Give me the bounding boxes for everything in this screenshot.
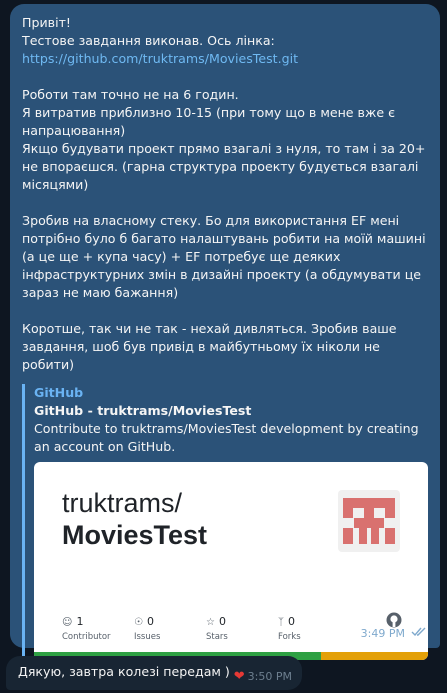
incoming-message-bubble[interactable]: Дякую, завтра колезі передам ) ❤ 3:50 PM: [6, 656, 302, 690]
repo-stats: ☺ 1 Contributor ☉ 0 Issues ☆ 0 Stars ᛉ0 For…: [62, 610, 350, 642]
incoming-message-text: Дякую, завтра колезі передам ): [18, 664, 230, 679]
stat-stars: ☆ 0 Stars: [206, 610, 278, 642]
stat-issues: ☉ 0 Issues: [134, 610, 206, 642]
message-time: 3:50 PM: [247, 670, 292, 683]
heart-reaction-icon[interactable]: ❤: [234, 669, 245, 684]
stat-contributors: ☺ 1 Contributor: [62, 610, 134, 642]
outgoing-message-bubble[interactable]: Привіт! Тестове завдання виконав. Ось лі…: [10, 4, 440, 660]
text-line: Тестове завдання виконав. Ось лінка:: [22, 33, 275, 48]
star-icon: ☆: [206, 617, 215, 628]
stat-label: Forks: [278, 632, 301, 642]
stat-value: 0: [218, 615, 226, 628]
link-preview[interactable]: GitHub GitHub - truktrams/MoviesTest Con…: [22, 384, 428, 660]
stat-label: Stars: [206, 632, 228, 642]
message-text: Привіт! Тестове завдання виконав. Ось лі…: [22, 14, 428, 374]
people-icon: ☺: [62, 617, 73, 628]
text-line: Привіт!: [22, 15, 71, 30]
repo-link[interactable]: https://github.com/truktrams/MoviesTest.…: [22, 51, 298, 66]
message-time: 3:49 PM: [360, 627, 405, 640]
fork-icon: ᛉ: [278, 617, 284, 628]
stat-forks: ᛉ0 Forks: [278, 610, 350, 642]
text-line: Якщо будувати проект прямо взагалі з нул…: [22, 141, 426, 192]
text-line: Я витратив приблизно 10-15 (при тому що …: [22, 105, 395, 138]
stat-value: 1: [76, 615, 84, 628]
text-paragraph: Коротше, так чи не так - нехай дивляться…: [22, 321, 397, 372]
preview-site-name: GitHub: [34, 385, 84, 400]
incoming-message-meta: ❤ 3:50 PM: [234, 669, 292, 684]
outgoing-message-meta: 3:49 PM: [361, 627, 427, 640]
identicon-avatar: [338, 490, 400, 552]
text-line: Роботи там точно не на 6 годин.: [22, 87, 239, 102]
card-owner: truktrams/: [62, 488, 183, 518]
read-checkmarks-icon: [411, 627, 427, 640]
card-repo-name: MoviesTest: [62, 520, 208, 550]
stat-label: Contributor: [62, 632, 111, 642]
stat-value: 0: [146, 615, 154, 628]
issue-icon: ☉: [134, 617, 143, 628]
language-bar-segment: [321, 652, 428, 660]
preview-description: Contribute to truktrams/MoviesTest devel…: [34, 421, 419, 454]
stat-value: 0: [288, 615, 295, 628]
preview-title: GitHub - truktrams/MoviesTest: [34, 403, 252, 418]
text-paragraph: Зробив на власному стеку. Бо для викорис…: [22, 213, 426, 300]
stat-label: Issues: [134, 632, 161, 642]
